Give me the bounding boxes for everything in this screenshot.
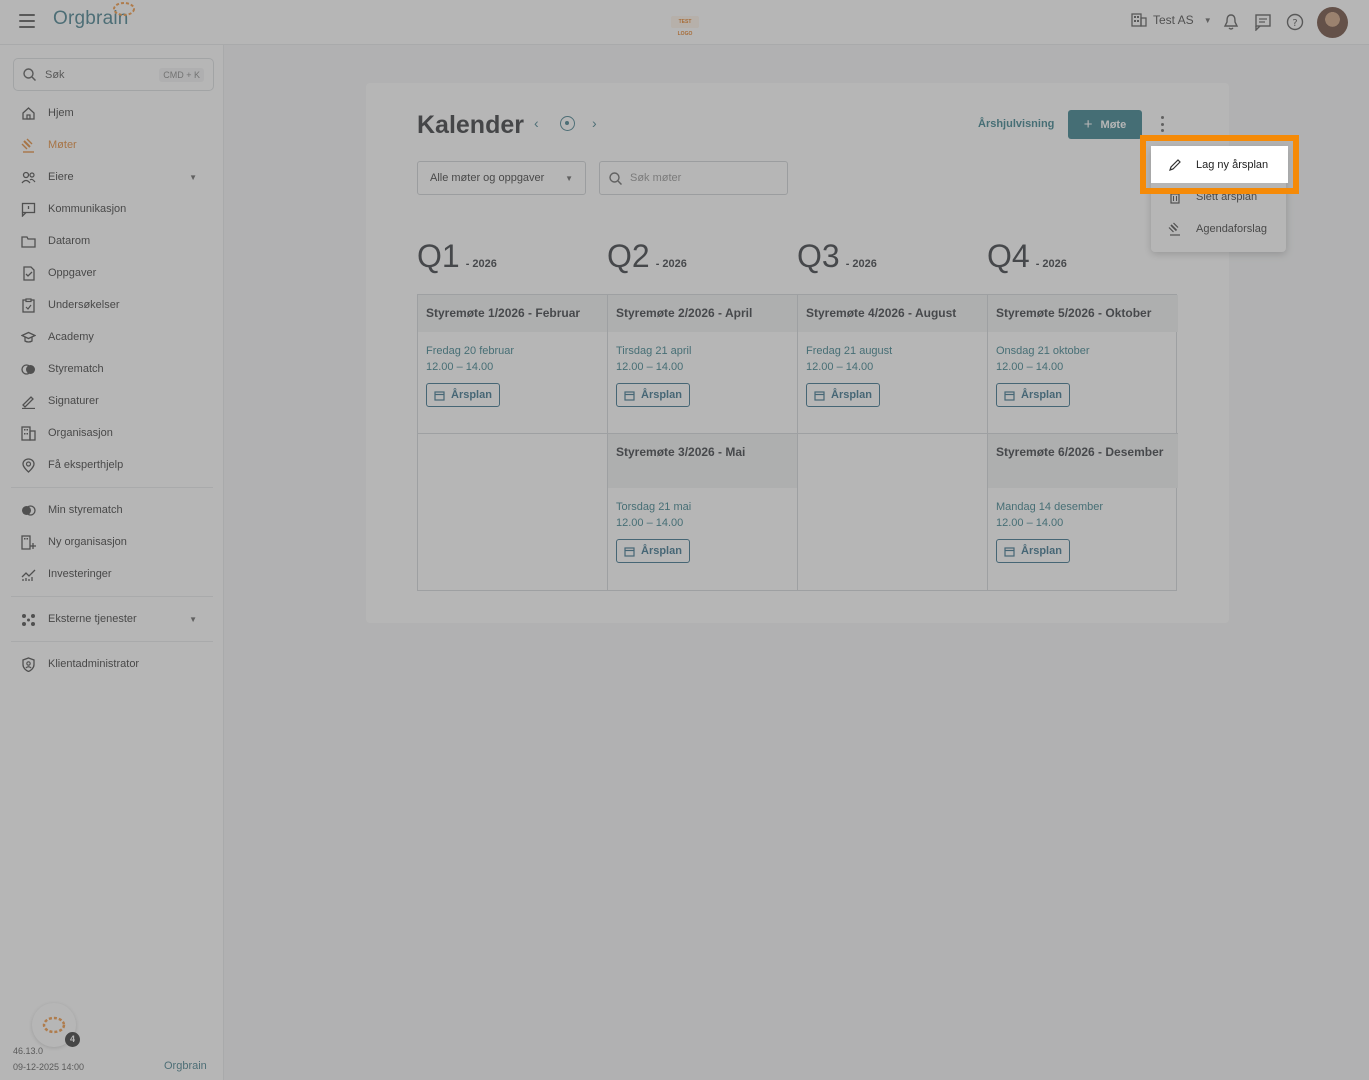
highlight-frame <box>1140 135 1299 194</box>
